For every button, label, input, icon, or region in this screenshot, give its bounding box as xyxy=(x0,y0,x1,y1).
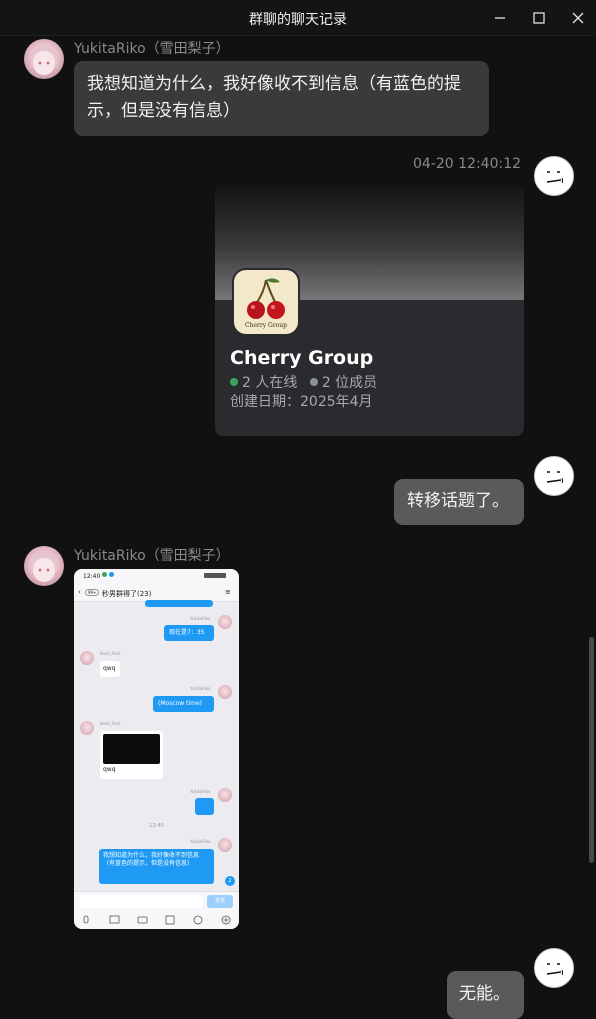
phone-bubble xyxy=(195,798,214,815)
back-chevron-icon: ‹ xyxy=(78,588,81,596)
group-stats: 2 人在线 2 位成员 xyxy=(230,372,377,392)
message-bubble[interactable]: 我想知道为什么，我好像收不到信息（有蓝色的提 示，但是没有信息） xyxy=(74,61,489,136)
screenshot-image[interactable]: 12:40 ‹ 99+ 秒男群得了(23) ≡ YukitaRiko 现在是7：… xyxy=(74,569,239,929)
phone-unread-count: 2 xyxy=(225,876,235,886)
online-count: 2 人在线 xyxy=(242,375,298,391)
created-date: 创建日期：2025年4月 xyxy=(230,394,373,410)
phone-sender: YukitaRiko xyxy=(190,616,211,621)
anime-avatar-icon xyxy=(30,44,58,75)
anime-avatar-icon xyxy=(30,551,58,582)
close-icon xyxy=(572,12,584,24)
avatar-yukitariko[interactable] xyxy=(24,39,64,79)
message-bubble[interactable]: 转移话题了。 xyxy=(394,479,524,525)
message-text: 无能。 xyxy=(459,984,510,1004)
menu-icon: ≡ xyxy=(225,588,231,596)
group-icon: Cherry Group xyxy=(232,268,300,336)
group-invite-card[interactable]: Cherry Group Cherry Group 2 人在线 2 位成员 创建… xyxy=(215,186,524,436)
minimize-button[interactable] xyxy=(487,6,513,30)
sender-name: YukitaRiko（雪田梨子） xyxy=(74,41,230,57)
online-dot-icon xyxy=(230,378,238,386)
phone-bubble: (Moscow time) xyxy=(153,696,214,712)
phone-sender: YukitaRiko xyxy=(190,789,211,794)
phone-avatar xyxy=(80,651,94,665)
scrollbar-thumb[interactable] xyxy=(589,637,594,863)
unread-badge: 99+ xyxy=(85,589,100,596)
close-button[interactable] xyxy=(565,6,591,30)
avatar-self[interactable] xyxy=(534,156,574,196)
logo-text: Cherry Group xyxy=(244,322,288,329)
message-text-line: 我想知道为什么，我好像收不到信息（有蓝色的提 xyxy=(87,74,461,94)
awkward-face-icon xyxy=(546,171,563,184)
message-text-line: 示，但是没有信息） xyxy=(87,101,240,121)
title-bar: 群聊的聊天记录 xyxy=(0,0,596,36)
message-bubble[interactable]: 无能。 xyxy=(447,971,524,1019)
phone-bubble xyxy=(145,600,213,607)
phone-time: 12:40 xyxy=(83,573,101,580)
minimize-icon xyxy=(495,17,505,19)
phone-avatar xyxy=(218,615,232,629)
avatar-yukitariko[interactable] xyxy=(24,546,64,586)
phone-card-text: qwq xyxy=(103,766,116,773)
phone-card-preview xyxy=(103,734,160,764)
phone-avatar xyxy=(218,685,232,699)
phone-bubble: 我想知道为什么，我好像收不到信息（有蓝色的提示，但是没有信息） xyxy=(99,849,214,884)
phone-avatar xyxy=(80,721,94,735)
phone-card-bubble: qwq xyxy=(100,731,163,779)
phone-time-divider: 12:40 xyxy=(149,823,164,829)
avatar-self[interactable] xyxy=(534,456,574,496)
member-count: 2 位成员 xyxy=(321,375,378,391)
phone-sender: YukitaRiko xyxy=(190,686,211,691)
phone-group-title: 秒男群得了(23) xyxy=(102,590,152,598)
phone-input-area: 发送 xyxy=(74,891,239,929)
message-timestamp: 04-20 12:40:12 xyxy=(413,156,522,172)
sender-name: YukitaRiko（雪田梨子） xyxy=(74,548,230,564)
phone-status-bar: 12:40 xyxy=(74,569,239,585)
phone-sender: Kesh_Shol. xyxy=(100,651,122,656)
phone-toolbar-icons xyxy=(83,915,231,925)
phone-bubble: 现在是7：35 xyxy=(164,625,214,641)
group-name: Cherry Group xyxy=(230,347,374,369)
message-text: 转移话题了。 xyxy=(407,491,509,511)
maximize-button[interactable] xyxy=(526,6,552,30)
awkward-face-icon xyxy=(546,963,563,976)
phone-avatar xyxy=(218,838,232,852)
avatar-self[interactable] xyxy=(534,948,574,988)
phone-sender: YukitaRiko xyxy=(190,839,211,844)
phone-sender: Kesh_Shol. xyxy=(100,721,122,726)
member-dot-icon xyxy=(309,378,318,386)
maximize-icon xyxy=(533,12,545,24)
phone-bubble: qwq xyxy=(100,661,120,677)
phone-send-button: 发送 xyxy=(207,895,233,908)
phone-avatar xyxy=(218,788,232,802)
phone-text-input xyxy=(80,895,203,908)
awkward-face-icon xyxy=(546,471,563,484)
